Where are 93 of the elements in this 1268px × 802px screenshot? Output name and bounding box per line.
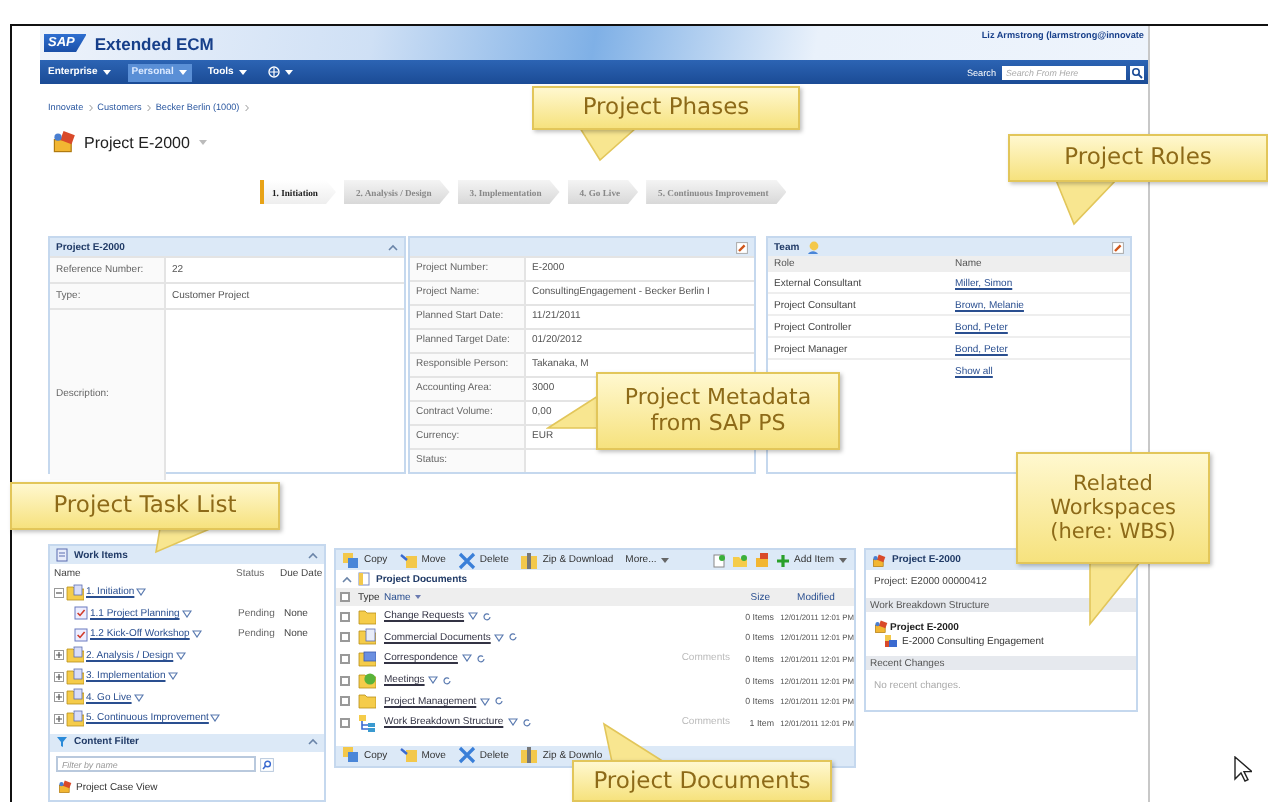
task-icon [74, 627, 88, 642]
project-icon[interactable] [753, 552, 770, 568]
project-icon [52, 130, 76, 154]
folder-icon [358, 692, 376, 711]
folder-icon [66, 688, 84, 707]
move-icon [399, 551, 418, 569]
refresh-icon[interactable] [494, 696, 505, 707]
toggle-icon[interactable] [54, 692, 64, 703]
caret-icon[interactable] [177, 68, 188, 76]
folder-icon [358, 607, 376, 626]
callout-pointer [1088, 560, 1142, 626]
callout: Project Documents [572, 760, 832, 802]
filter-icon[interactable] [181, 609, 192, 618]
select-all-checkbox[interactable] [340, 592, 350, 602]
edit-icon[interactable] [1112, 241, 1124, 253]
folder-icon [66, 646, 84, 665]
refresh-icon[interactable] [442, 675, 453, 686]
filter-icon[interactable] [428, 676, 439, 685]
filter-icon[interactable] [468, 612, 479, 621]
team-icon [805, 240, 820, 254]
checkbox[interactable] [340, 632, 350, 643]
document-folder-icon [358, 628, 376, 647]
toggle-icon[interactable] [54, 713, 64, 724]
filter-icon[interactable] [191, 630, 202, 639]
callout: Project Phases [532, 86, 800, 130]
cursor-icon [1234, 756, 1252, 782]
filter-icon[interactable] [133, 693, 144, 702]
filter-icon[interactable] [136, 588, 147, 597]
help-button[interactable] [263, 63, 298, 81]
project-icon [874, 620, 888, 634]
refresh-icon[interactable] [475, 653, 486, 664]
callout: Project Task List [10, 482, 280, 530]
caret-icon[interactable] [283, 68, 294, 76]
meeting-folder-icon [358, 671, 376, 690]
refresh-icon[interactable] [482, 611, 493, 622]
help-icon [267, 66, 280, 78]
caret-icon[interactable] [237, 68, 248, 76]
chevron-icon [87, 103, 94, 111]
checkbox[interactable] [340, 696, 350, 707]
folder-icon [66, 667, 84, 686]
caret-icon[interactable] [101, 68, 112, 76]
copy-icon [342, 551, 360, 569]
filter-icon[interactable] [494, 633, 505, 642]
collapse-icon[interactable] [308, 551, 318, 559]
new-document-icon[interactable] [711, 553, 726, 567]
delete-icon [457, 551, 476, 569]
chevron-icon [145, 103, 152, 111]
move-icon [399, 746, 418, 765]
filter-icon[interactable] [480, 697, 491, 706]
collapse-icon[interactable] [388, 243, 398, 251]
copy-icon [342, 746, 360, 765]
callout: Project Metadata from SAP PS [596, 372, 840, 450]
edit-icon[interactable] [736, 241, 748, 253]
task-icon [74, 606, 88, 621]
zip-icon [520, 551, 539, 569]
filter-icon[interactable] [461, 654, 472, 663]
filter-icon[interactable] [210, 714, 221, 723]
search-icon[interactable] [260, 757, 274, 771]
checkbox[interactable] [340, 675, 350, 686]
funnel-icon [56, 736, 68, 748]
checkbox[interactable] [340, 653, 350, 664]
filter-icon[interactable] [507, 718, 518, 727]
new-folder-icon[interactable] [731, 553, 748, 567]
mail-folder-icon [358, 649, 376, 668]
sort-icon [414, 594, 423, 600]
folder-icon [66, 709, 84, 728]
chevron-icon [243, 103, 250, 111]
collapse-icon[interactable] [308, 738, 318, 746]
refresh-icon[interactable] [508, 632, 519, 643]
page-title: Project E-2000 [84, 133, 190, 151]
hierarchy-icon [358, 713, 376, 732]
project-icon [58, 780, 72, 795]
zip-icon [520, 746, 539, 765]
callout: Related Workspaces (here: WBS) [1016, 452, 1210, 564]
callout: Project Roles [1008, 134, 1268, 182]
refresh-icon[interactable] [521, 717, 532, 728]
plus-icon [775, 553, 790, 567]
search-icon[interactable] [1130, 65, 1144, 79]
checkbox[interactable] [340, 717, 350, 728]
toggle-icon[interactable] [54, 587, 64, 598]
checkbox[interactable] [340, 611, 350, 622]
caret-icon[interactable] [660, 556, 671, 564]
project-icon [872, 553, 886, 567]
folder-icon [66, 583, 84, 602]
filter-icon[interactable] [167, 672, 178, 681]
hierarchy-icon [884, 634, 898, 648]
delete-icon [457, 746, 476, 765]
toggle-icon[interactable] [54, 650, 64, 661]
product-name: Extended ECM [94, 33, 214, 53]
filter-icon[interactable] [175, 651, 186, 660]
toggle-icon[interactable] [54, 671, 64, 682]
collapse-icon[interactable] [342, 575, 352, 583]
caret-icon[interactable] [838, 556, 848, 564]
